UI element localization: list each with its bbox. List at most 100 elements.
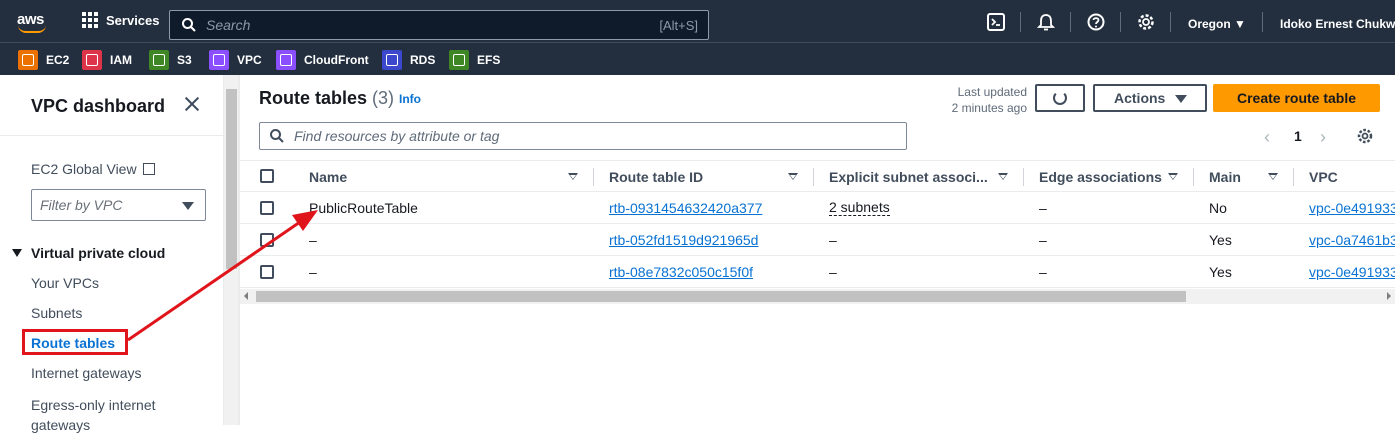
vpc-link[interactable]: vpc-0e491933: [1309, 264, 1395, 280]
preferences-gear-icon[interactable]: [1357, 128, 1373, 144]
scroll-left-icon[interactable]: [244, 292, 248, 300]
scrollbar-thumb[interactable]: [256, 291, 1186, 302]
favorite-vpc[interactable]: VPC: [209, 50, 262, 70]
table-row[interactable]: PublicRouteTable rtb-0931454632420a377 2…: [240, 192, 1395, 224]
sidebar-title[interactable]: VPC dashboard: [31, 96, 165, 117]
sort-icon[interactable]: [1268, 173, 1278, 180]
row-checkbox[interactable]: [260, 233, 274, 247]
account-menu[interactable]: Idoko Ernest Chukwu: [1280, 17, 1395, 31]
favorite-label: VPC: [237, 53, 262, 67]
region-selector[interactable]: Oregon ▼: [1188, 17, 1246, 31]
resource-search-input[interactable]: Find resources by attribute or tag: [259, 122, 907, 150]
help-icon[interactable]: [1087, 13, 1105, 31]
virtual-private-cloud-section[interactable]: Virtual private cloud: [12, 245, 165, 261]
close-icon[interactable]: [184, 96, 200, 112]
sidebar-item-egress-only-internet-gateways[interactable]: Egress-only internet gateways: [31, 395, 181, 435]
table-row[interactable]: – rtb-08e7832c050c15f0f – – Yes vpc-0e49…: [240, 256, 1395, 288]
explicit-subnet-cell[interactable]: 2 subnets: [829, 200, 890, 216]
last-updated: Last updated 2 minutes ago: [930, 84, 1027, 116]
column-header-main[interactable]: Main: [1209, 169, 1241, 185]
favorite-s3[interactable]: S3: [149, 50, 192, 70]
favorites-bar: EC2 IAM S3 VPC CloudFront RDS EFS: [0, 42, 1395, 75]
sidebar-item-subnets[interactable]: Subnets: [31, 305, 82, 321]
sort-icon[interactable]: [788, 173, 798, 180]
favorite-label: EFS: [477, 53, 501, 67]
vpc-link[interactable]: vpc-0a7461b3: [1309, 232, 1395, 248]
aws-logo[interactable]: aws: [16, 9, 50, 33]
nav-divider: [1262, 12, 1263, 32]
current-page[interactable]: 1: [1294, 128, 1302, 144]
vpc-link[interactable]: vpc-0e491933: [1309, 200, 1395, 216]
cell-name: PublicRouteTable: [309, 200, 418, 216]
route-table-id-link[interactable]: rtb-0931454632420a377: [609, 200, 762, 216]
sidebar-item-internet-gateways[interactable]: Internet gateways: [31, 365, 142, 381]
create-route-table-button[interactable]: Create route table: [1213, 84, 1380, 112]
route-table-id-link[interactable]: rtb-052fd1519d921965d: [609, 232, 758, 248]
previous-page-icon[interactable]: ‹: [1264, 127, 1270, 148]
title-count: (3): [372, 88, 395, 108]
section-label: Virtual private cloud: [31, 245, 166, 261]
efs-icon: [449, 50, 469, 70]
favorite-label: IAM: [110, 53, 132, 67]
page-title: Route tables (3): [259, 88, 394, 109]
scrollbar-thumb[interactable]: [226, 89, 237, 269]
column-divider[interactable]: [1293, 168, 1294, 186]
table-header: Name Route table ID Explicit subnet asso…: [240, 160, 1395, 192]
refresh-button[interactable]: [1035, 84, 1085, 112]
column-header-route-table-id[interactable]: Route table ID: [609, 169, 703, 185]
actions-button[interactable]: Actions: [1093, 84, 1207, 112]
top-navigation: aws Services Search [Alt+S] Oregon ▼ Ido…: [0, 0, 1395, 42]
actions-label: Actions: [1114, 90, 1166, 106]
sort-icon[interactable]: [568, 173, 578, 180]
sort-icon[interactable]: [1168, 173, 1178, 180]
row-checkbox[interactable]: [260, 265, 274, 279]
sidebar-item-your-vpcs[interactable]: Your VPCs: [31, 275, 99, 291]
cell-edge: –: [1039, 200, 1047, 216]
global-search-input[interactable]: Search [Alt+S]: [169, 10, 709, 40]
column-divider[interactable]: [1023, 168, 1024, 186]
ec2-global-view-link[interactable]: EC2 Global View: [31, 161, 155, 177]
favorite-label: S3: [177, 53, 192, 67]
sort-icon[interactable]: [998, 173, 1008, 180]
next-page-icon[interactable]: ›: [1320, 127, 1326, 148]
aws-smile-icon: [18, 25, 46, 33]
favorite-rds[interactable]: RDS: [382, 50, 435, 70]
column-divider[interactable]: [1193, 168, 1194, 186]
favorite-ec2[interactable]: EC2: [18, 50, 69, 70]
route-table-id-link[interactable]: rtb-08e7832c050c15f0f: [609, 264, 753, 280]
column-header-edge-associations[interactable]: Edge associations: [1039, 169, 1162, 185]
ec2-icon: [18, 50, 38, 70]
settings-gear-icon[interactable]: [1137, 13, 1155, 31]
nav-divider: [1170, 12, 1171, 32]
column-divider[interactable]: [813, 168, 814, 186]
favorite-cloudfront[interactable]: CloudFront: [276, 50, 369, 70]
sidebar-scrollbar[interactable]: [223, 75, 238, 425]
info-link[interactable]: Info: [399, 92, 421, 106]
table-row[interactable]: – rtb-052fd1519d921965d – – Yes vpc-0a74…: [240, 224, 1395, 256]
column-divider[interactable]: [593, 168, 594, 186]
search-placeholder: Search: [206, 17, 251, 33]
search-shortcut: [Alt+S]: [659, 17, 698, 33]
nav-divider: [1020, 12, 1021, 32]
explicit-subnet-cell: –: [829, 264, 837, 280]
iam-icon: [82, 50, 102, 70]
row-checkbox[interactable]: [260, 201, 274, 215]
favorite-efs[interactable]: EFS: [449, 50, 500, 70]
select-all-checkbox[interactable]: [260, 169, 274, 183]
scroll-right-icon[interactable]: [1387, 292, 1391, 300]
grid-icon: [82, 12, 98, 28]
title-text: Route tables: [259, 88, 368, 108]
cloudshell-icon[interactable]: [987, 13, 1005, 31]
filter-by-vpc-select[interactable]: Filter by VPC: [31, 189, 206, 221]
s3-icon: [149, 50, 169, 70]
favorite-iam[interactable]: IAM: [82, 50, 132, 70]
column-header-vpc[interactable]: VPC: [1309, 169, 1338, 185]
table-horizontal-scrollbar[interactable]: [240, 289, 1395, 304]
column-header-name[interactable]: Name: [309, 169, 347, 185]
bell-icon[interactable]: [1037, 13, 1055, 31]
caret-down-icon: [1175, 95, 1187, 103]
favorite-label: EC2: [46, 53, 70, 67]
column-header-explicit-subnet[interactable]: Explicit subnet associ...: [829, 169, 988, 185]
services-menu[interactable]: Services: [82, 12, 160, 28]
last-updated-label: Last updated: [957, 85, 1027, 99]
